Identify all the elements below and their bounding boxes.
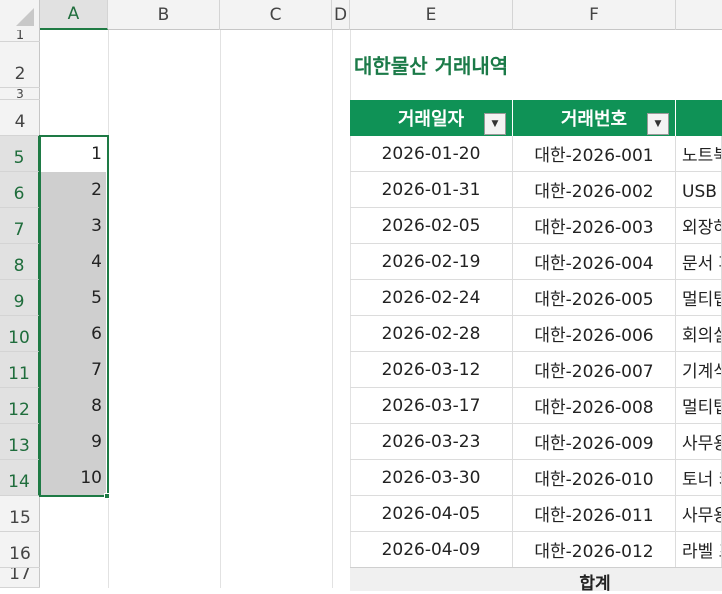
cell-number[interactable]: 대한-2026-002: [513, 172, 676, 208]
column-header-a[interactable]: A: [40, 0, 108, 30]
row-header-13[interactable]: 13: [0, 424, 40, 460]
row-header-2[interactable]: 2: [0, 42, 40, 88]
column-header-b[interactable]: B: [108, 0, 220, 30]
row-header-5[interactable]: 5: [0, 136, 40, 172]
cell-date[interactable]: 2026-03-23: [350, 424, 513, 460]
row-header-7[interactable]: 7: [0, 208, 40, 244]
column-header-f[interactable]: F: [513, 0, 676, 30]
row-header-15[interactable]: 15: [0, 496, 40, 532]
table-header-label: 거래일자: [397, 109, 465, 130]
cell-number[interactable]: 대한-2026-010: [513, 460, 676, 496]
filter-dropdown-icon[interactable]: ▼: [647, 113, 669, 135]
cell-number[interactable]: 대한-2026-011: [513, 496, 676, 532]
cell-date[interactable]: 2026-03-30: [350, 460, 513, 496]
row-header-3[interactable]: 3: [0, 88, 40, 100]
cell-item[interactable]: 멀티탭: [676, 388, 722, 424]
filter-dropdown-icon[interactable]: ▼: [484, 113, 506, 135]
column-header-g[interactable]: [676, 0, 722, 30]
cell-item[interactable]: 멀티탭: [676, 280, 722, 316]
row-header-9[interactable]: 9: [0, 280, 40, 316]
row-header-12[interactable]: 12: [0, 388, 40, 424]
cell-number[interactable]: 대한-2026-008: [513, 388, 676, 424]
selection-border: [39, 135, 109, 497]
row-header-14[interactable]: 14: [0, 460, 40, 496]
sheet-title[interactable]: 대한물산 거래내역: [354, 50, 508, 79]
table-header-item[interactable]: [676, 100, 722, 136]
cell-date[interactable]: 2026-01-20: [350, 136, 513, 172]
cell-number[interactable]: 대한-2026-004: [513, 244, 676, 280]
cell-number[interactable]: 대한-2026-005: [513, 280, 676, 316]
row-header-17[interactable]: 17: [0, 568, 40, 588]
cell-date[interactable]: 2026-04-05: [350, 496, 513, 532]
cell-date[interactable]: 2026-02-28: [350, 316, 513, 352]
table-header-date[interactable]: 거래일자 ▼: [350, 100, 513, 136]
cell-date[interactable]: 2026-02-19: [350, 244, 513, 280]
row-header-10[interactable]: 10: [0, 316, 40, 352]
cell-item[interactable]: 문서 파: [676, 244, 722, 280]
cell-item[interactable]: 기계식: [676, 352, 722, 388]
cell-item[interactable]: 외장하: [676, 208, 722, 244]
total-label[interactable]: 합계: [350, 569, 722, 594]
row-header-11[interactable]: 11: [0, 352, 40, 388]
cell-item[interactable]: 회의실: [676, 316, 722, 352]
table-header-label: 거래번호: [560, 109, 628, 130]
cell-date[interactable]: 2026-04-09: [350, 532, 513, 568]
cell-item[interactable]: 토너 카: [676, 460, 722, 496]
row-header-1[interactable]: 1: [0, 30, 40, 42]
cell-item[interactable]: 사무용: [676, 424, 722, 460]
cell-date[interactable]: 2026-02-24: [350, 280, 513, 316]
column-header-e[interactable]: E: [350, 0, 513, 30]
cell-item[interactable]: 노트북: [676, 136, 722, 172]
cell-number[interactable]: 대한-2026-007: [513, 352, 676, 388]
column-header-d[interactable]: D: [332, 0, 350, 30]
fill-handle[interactable]: [104, 493, 110, 499]
row-header-6[interactable]: 6: [0, 172, 40, 208]
select-all-triangle-icon: [16, 8, 34, 26]
cell-item[interactable]: 사무용: [676, 496, 722, 532]
table-header-number[interactable]: 거래번호 ▼: [513, 100, 676, 136]
row-header-16[interactable]: 16: [0, 532, 40, 568]
cell-number[interactable]: 대한-2026-006: [513, 316, 676, 352]
cell-date[interactable]: 2026-03-17: [350, 388, 513, 424]
cell-item[interactable]: 라벨 프: [676, 532, 722, 568]
cell-date[interactable]: 2026-01-31: [350, 172, 513, 208]
cell-number[interactable]: 대한-2026-012: [513, 532, 676, 568]
gridline: [220, 30, 221, 588]
row-header-8[interactable]: 8: [0, 244, 40, 280]
cell-number[interactable]: 대한-2026-003: [513, 208, 676, 244]
column-header-c[interactable]: C: [220, 0, 332, 30]
cell-date[interactable]: 2026-03-12: [350, 352, 513, 388]
cell-date[interactable]: 2026-02-05: [350, 208, 513, 244]
gridline: [332, 30, 333, 588]
row-header-4[interactable]: 4: [0, 100, 40, 136]
cell-item[interactable]: USB 메: [676, 172, 722, 208]
cell-number[interactable]: 대한-2026-009: [513, 424, 676, 460]
cell-number[interactable]: 대한-2026-001: [513, 136, 676, 172]
